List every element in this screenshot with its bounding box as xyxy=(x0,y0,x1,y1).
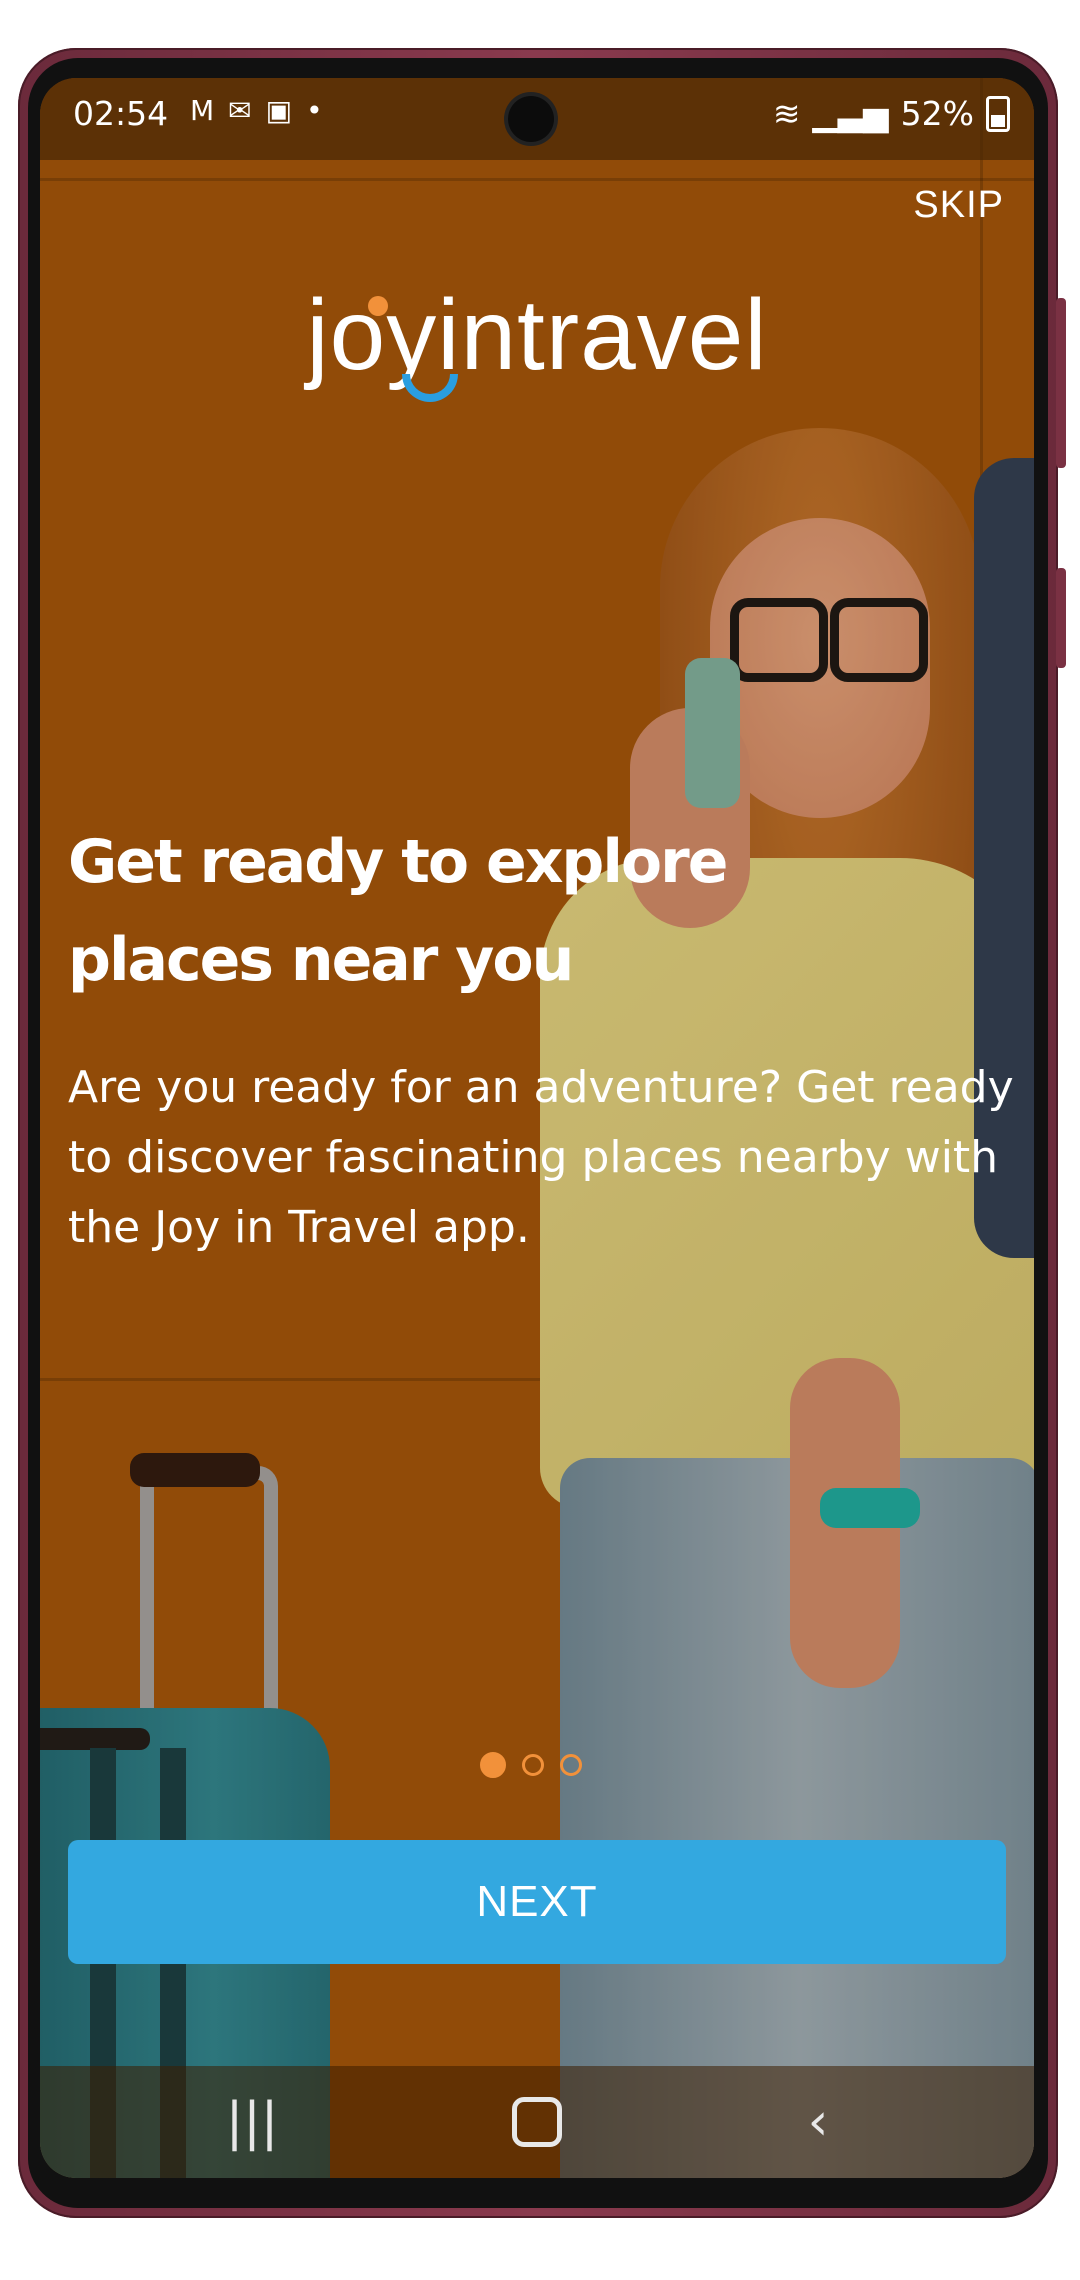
wifi-icon: ≋ xyxy=(772,94,801,133)
app-logo: joyintravel xyxy=(306,279,768,391)
front-camera xyxy=(508,96,554,142)
volume-button xyxy=(1056,298,1066,468)
battery-icon xyxy=(986,95,1010,132)
home-icon[interactable] xyxy=(477,2090,597,2154)
page-dot[interactable] xyxy=(522,1754,544,1776)
system-nav-bar: ||| ‹ xyxy=(40,2066,1034,2178)
back-icon[interactable]: ‹ xyxy=(758,2090,878,2154)
next-button[interactable]: NEXT xyxy=(68,1840,1006,1964)
status-right: ≋ ▁▃▅ 52% xyxy=(773,94,1010,133)
email-icon: ✉ xyxy=(228,94,266,127)
onboarding-headline: Get ready to explore places near you xyxy=(68,827,728,995)
app-screen: 02:54 M✉▣• ≋ ▁▃▅ 52% SKIP joyintravel Ge… xyxy=(40,78,1034,2178)
recents-icon[interactable]: ||| xyxy=(192,2090,312,2154)
signal-icon: ▁▃▅ xyxy=(812,94,889,133)
status-bar: 02:54 M✉▣• ≋ ▁▃▅ 52% xyxy=(40,78,1034,160)
power-button xyxy=(1056,568,1066,668)
dot-icon: • xyxy=(306,94,337,127)
gmail-icon: M xyxy=(190,94,229,127)
page-indicator xyxy=(480,1752,582,1778)
status-time: 02:54 xyxy=(73,94,169,133)
logo-dot-icon xyxy=(368,296,388,316)
battery-level: 52% xyxy=(900,94,974,133)
skip-button[interactable]: SKIP xyxy=(913,184,1004,227)
page-dot-active[interactable] xyxy=(480,1752,506,1778)
notification-icons: M✉▣• xyxy=(190,94,337,127)
page-dot[interactable] xyxy=(560,1754,582,1776)
gallery-icon: ▣ xyxy=(265,94,307,127)
onboarding-description: Are you ready for an adventure? Get read… xyxy=(68,1062,1014,1253)
